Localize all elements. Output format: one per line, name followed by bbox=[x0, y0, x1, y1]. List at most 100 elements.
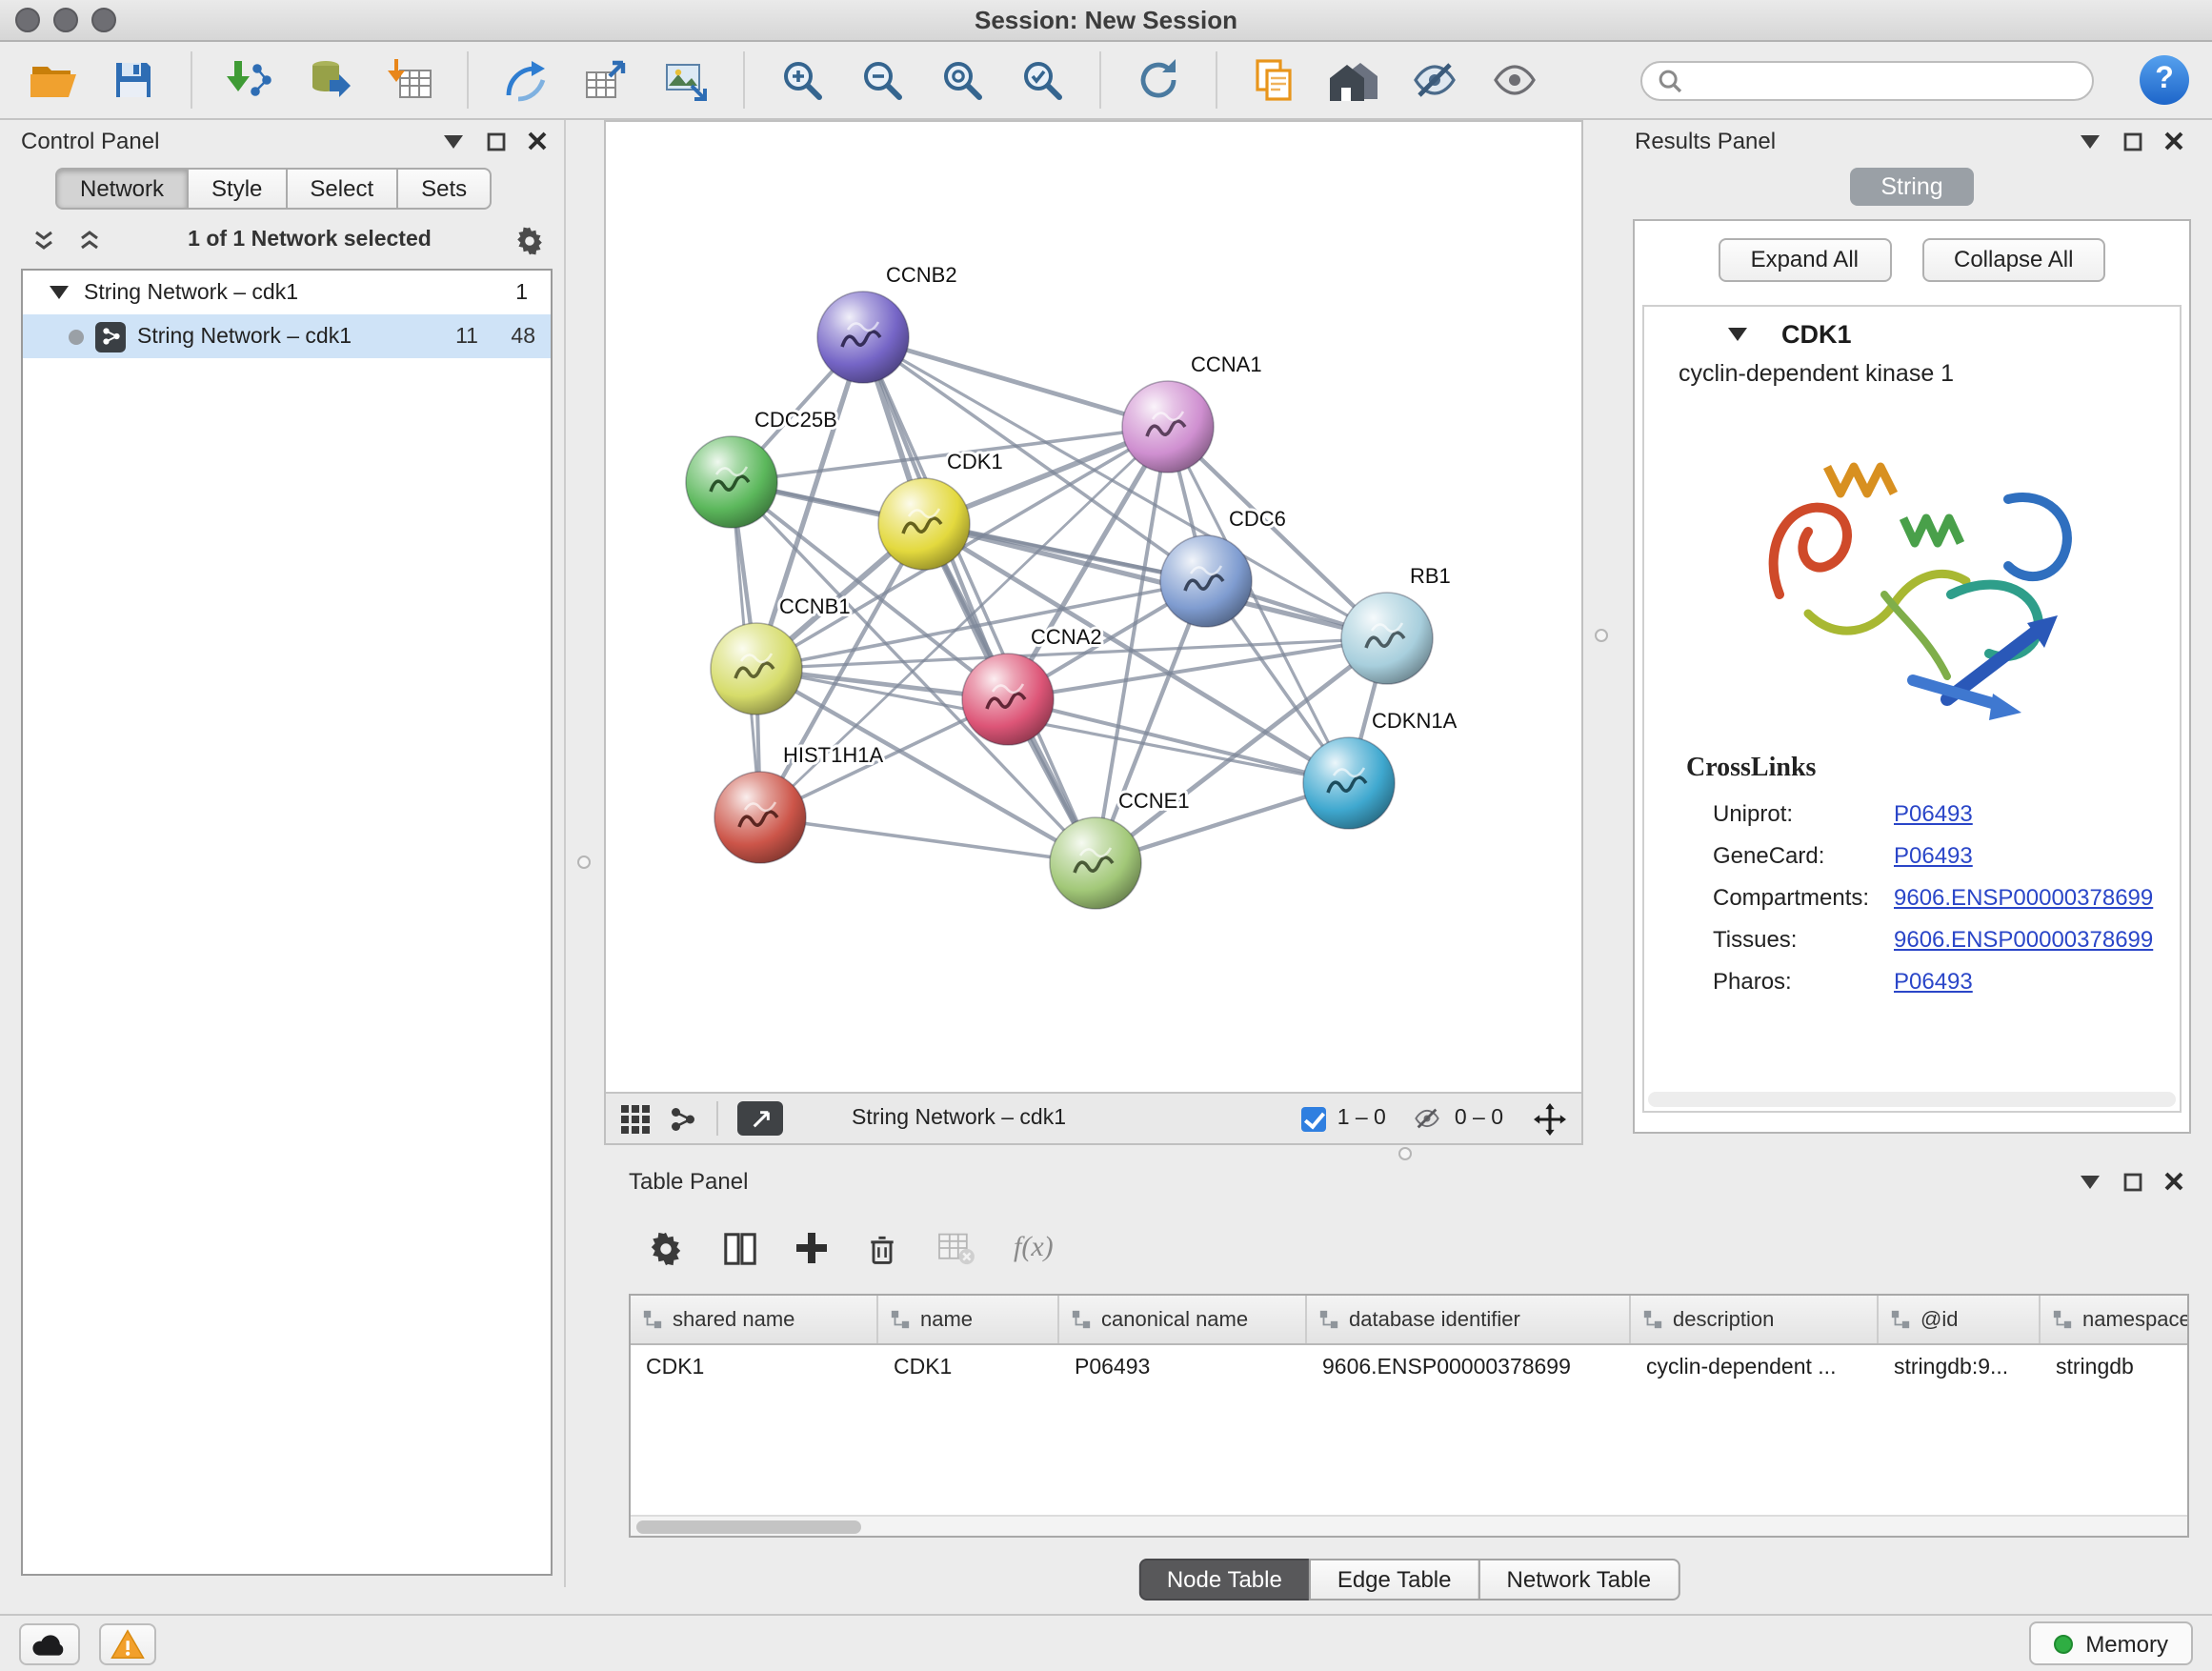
birdseye-views-icon[interactable] bbox=[1324, 48, 1385, 112]
warning-button[interactable] bbox=[99, 1622, 156, 1664]
results-scrollbar[interactable] bbox=[1648, 1092, 2176, 1107]
column-header[interactable]: database identifier bbox=[1307, 1296, 1631, 1343]
tab-string[interactable]: String bbox=[1850, 168, 1973, 206]
collapse-all-button[interactable]: Collapse All bbox=[1921, 237, 2105, 281]
network-node[interactable] bbox=[1050, 817, 1141, 909]
column-header[interactable]: namespace bbox=[2041, 1296, 2189, 1343]
open-in-new-icon[interactable] bbox=[737, 1101, 783, 1136]
network-collection-row[interactable]: String Network – cdk1 1 bbox=[23, 271, 551, 314]
export-table-icon[interactable] bbox=[575, 48, 636, 112]
expand-all-icon[interactable] bbox=[74, 225, 105, 255]
panel-float-icon[interactable] bbox=[2075, 1166, 2105, 1197]
show-columns-icon[interactable] bbox=[722, 1230, 758, 1266]
grid-view-icon[interactable] bbox=[621, 1104, 650, 1133]
tab-network-table[interactable]: Network Table bbox=[1478, 1559, 1680, 1601]
network-node[interactable] bbox=[1160, 535, 1252, 627]
merge-networks-icon[interactable] bbox=[495, 48, 556, 112]
scrollbar-thumb[interactable] bbox=[636, 1520, 861, 1534]
tab-network[interactable]: Network bbox=[55, 168, 189, 210]
import-network-database-icon[interactable] bbox=[299, 48, 360, 112]
import-network-file-icon[interactable] bbox=[219, 48, 280, 112]
network-node[interactable] bbox=[686, 436, 777, 528]
network-row[interactable]: String Network – cdk1 11 48 bbox=[23, 314, 551, 358]
zoom-in-icon[interactable] bbox=[772, 48, 833, 112]
column-header[interactable]: canonical name bbox=[1059, 1296, 1307, 1343]
network-options-gear-icon[interactable] bbox=[514, 225, 545, 255]
network-node[interactable] bbox=[1122, 381, 1214, 473]
network-canvas[interactable]: CCNB2CCNA1CDC25BCDK1CDC6RB1CCNB1CCNA2CDK… bbox=[606, 122, 1581, 1092]
refresh-icon[interactable] bbox=[1128, 48, 1189, 112]
crosslink-link[interactable]: P06493 bbox=[1894, 842, 1973, 869]
splitter-handle[interactable] bbox=[1595, 629, 1608, 642]
column-type-icon bbox=[1642, 1309, 1663, 1330]
column-header[interactable]: description bbox=[1631, 1296, 1879, 1343]
search-input[interactable] bbox=[1692, 69, 2077, 91]
add-column-icon[interactable] bbox=[796, 1233, 827, 1263]
column-header[interactable]: @id bbox=[1879, 1296, 2041, 1343]
control-panel-tabs: Network Style Select Sets bbox=[10, 162, 564, 215]
copy-icon[interactable] bbox=[1244, 48, 1305, 112]
splitter-handle[interactable] bbox=[1398, 1147, 1412, 1160]
panel-maximize-icon[interactable] bbox=[480, 126, 511, 156]
network-edge[interactable] bbox=[863, 337, 1168, 427]
crosslink-link[interactable]: P06493 bbox=[1894, 800, 1973, 827]
network-node[interactable] bbox=[714, 772, 806, 863]
tab-node-table[interactable]: Node Table bbox=[1138, 1559, 1311, 1601]
gene-expander-icon[interactable] bbox=[1728, 327, 1747, 340]
crosslink-link[interactable]: P06493 bbox=[1894, 968, 1973, 995]
save-session-icon[interactable] bbox=[103, 48, 164, 112]
table-options-gear-icon[interactable] bbox=[648, 1230, 684, 1266]
crosslink-link[interactable]: 9606.ENSP00000378699 bbox=[1894, 926, 2153, 953]
collapse-all-icon[interactable] bbox=[29, 225, 59, 255]
splitter-handle[interactable] bbox=[577, 856, 591, 869]
network-edge[interactable] bbox=[863, 337, 1096, 863]
column-header[interactable]: name bbox=[878, 1296, 1059, 1343]
tab-style[interactable]: Style bbox=[187, 168, 287, 210]
network-node[interactable] bbox=[962, 654, 1054, 745]
panel-maximize-icon[interactable] bbox=[2117, 126, 2147, 156]
network-overview-icon[interactable] bbox=[669, 1104, 697, 1133]
network-node[interactable] bbox=[878, 478, 970, 570]
table-row[interactable]: CDK1 CDK1 P06493 9606.ENSP00000378699 cy… bbox=[631, 1345, 2189, 1391]
zoom-fit-icon[interactable] bbox=[932, 48, 993, 112]
panel-float-icon[interactable] bbox=[2075, 126, 2105, 156]
tab-sets[interactable]: Sets bbox=[396, 168, 492, 210]
network-node[interactable] bbox=[1303, 737, 1395, 829]
export-image-icon[interactable] bbox=[655, 48, 716, 112]
crosslink-label: Tissues: bbox=[1713, 926, 1894, 953]
fit-content-crosshair-icon[interactable] bbox=[1534, 1102, 1566, 1135]
import-table-icon[interactable] bbox=[379, 48, 440, 112]
crosslink-link[interactable]: 9606.ENSP00000378699 bbox=[1894, 884, 2153, 911]
table-cell: CDK1 bbox=[878, 1345, 1059, 1391]
hidden-count: 0 – 0 bbox=[1455, 1107, 1503, 1130]
selected-items-checkbox[interactable] bbox=[1301, 1106, 1326, 1131]
open-session-icon[interactable] bbox=[23, 48, 84, 112]
table-horizontal-scrollbar[interactable] bbox=[631, 1515, 2187, 1536]
zoom-out-icon[interactable] bbox=[852, 48, 913, 112]
delete-column-icon[interactable] bbox=[865, 1230, 899, 1266]
help-button[interactable]: ? bbox=[2140, 55, 2189, 105]
memory-button[interactable]: Memory bbox=[2028, 1621, 2193, 1665]
memory-status-icon bbox=[2053, 1634, 2072, 1653]
expand-all-button[interactable]: Expand All bbox=[1719, 237, 1891, 281]
panel-close-icon[interactable] bbox=[522, 126, 553, 156]
panel-maximize-icon[interactable] bbox=[2117, 1166, 2147, 1197]
panel-close-icon[interactable] bbox=[2159, 126, 2189, 156]
show-graphics-details-icon[interactable] bbox=[1484, 48, 1545, 112]
tab-select[interactable]: Select bbox=[285, 168, 398, 210]
panel-float-icon[interactable] bbox=[438, 126, 469, 156]
function-builder-icon[interactable]: f(x) bbox=[1014, 1232, 1054, 1264]
network-node[interactable] bbox=[817, 292, 909, 383]
network-node[interactable] bbox=[711, 623, 802, 715]
tab-edge-table[interactable]: Edge Table bbox=[1309, 1559, 1480, 1601]
zoom-selected-icon[interactable] bbox=[1012, 48, 1073, 112]
network-node[interactable] bbox=[1341, 593, 1433, 684]
cloud-button[interactable] bbox=[19, 1622, 80, 1664]
panel-close-icon[interactable] bbox=[2159, 1166, 2189, 1197]
column-header[interactable]: shared name bbox=[631, 1296, 878, 1343]
network-edge[interactable] bbox=[760, 817, 1096, 863]
network-selection-status: 1 of 1 Network selected bbox=[120, 229, 499, 252]
hide-graphics-icon[interactable] bbox=[1404, 48, 1465, 112]
hidden-items-icon[interactable] bbox=[1413, 1105, 1443, 1132]
tree-expander-icon[interactable] bbox=[50, 286, 69, 299]
